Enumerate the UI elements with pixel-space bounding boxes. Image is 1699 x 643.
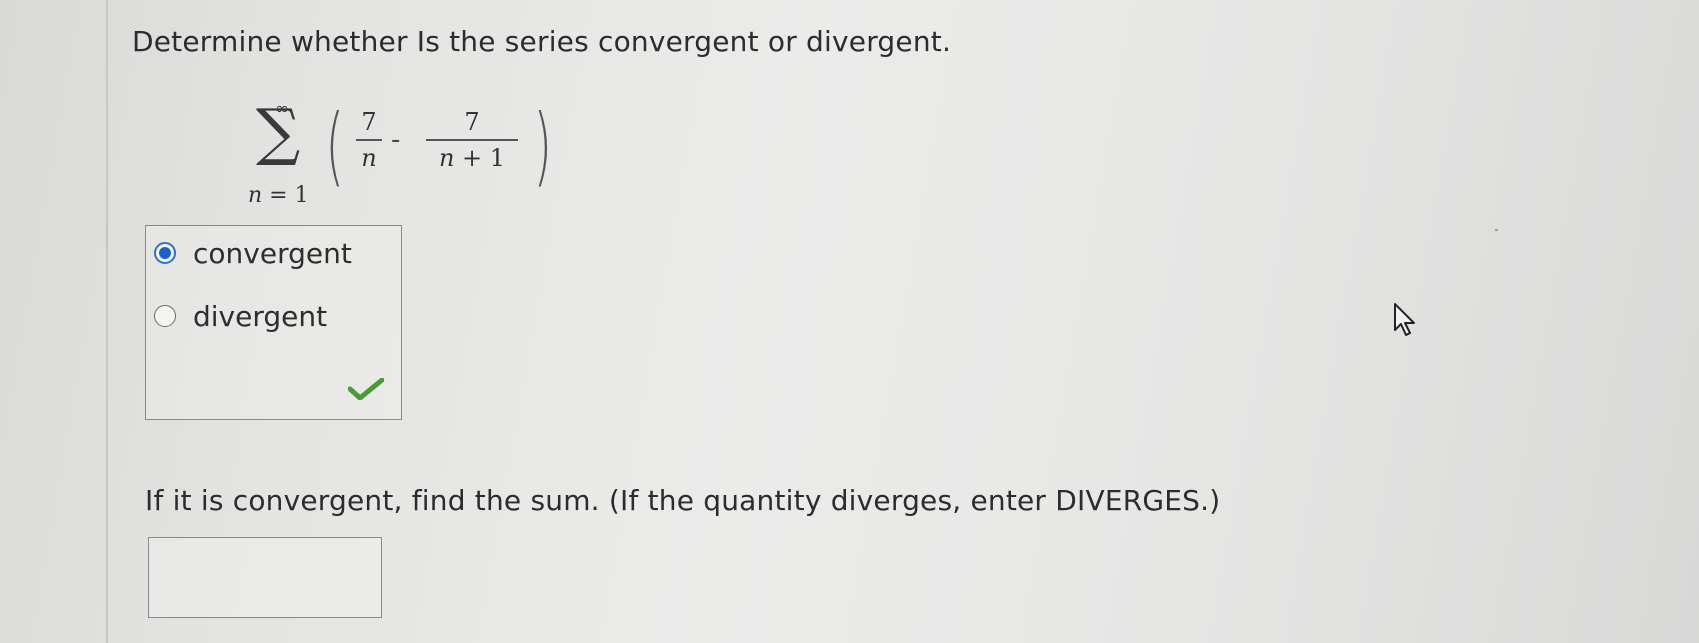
option-divergent-label: divergent	[193, 299, 328, 333]
question-text: Determine whether Is the series converge…	[132, 25, 952, 58]
fraction-2-denominator-var: n	[438, 143, 455, 172]
sum-answer-input[interactable]	[148, 537, 382, 618]
check-icon	[348, 378, 384, 400]
option-divergent[interactable]: divergent	[154, 299, 327, 333]
radio-convergent[interactable]	[154, 242, 176, 264]
sum-prompt: If it is convergent, find the sum. (If t…	[145, 484, 1221, 517]
fraction-2-numerator: 7	[464, 108, 480, 136]
fraction-2-bar	[426, 139, 518, 141]
answer-choices: convergent divergent	[145, 225, 402, 420]
option-convergent[interactable]: convergent	[154, 236, 352, 270]
left-border	[106, 0, 108, 643]
index-start: = 1	[262, 183, 309, 208]
fraction-term-2: 7 n + 1	[426, 107, 518, 173]
mouse-pointer-icon	[1394, 303, 1415, 336]
fraction-1-bar	[356, 139, 382, 141]
radio-divergent[interactable]	[154, 305, 176, 327]
sigma-symbol: ∑	[256, 95, 301, 168]
left-parenthesis: (	[325, 96, 345, 196]
sum-lower-limit: n = 1	[248, 183, 309, 208]
series-expression: ∞ ∑ n = 1 ( 7 n - 7 n + 1 )	[248, 95, 568, 215]
index-variable: n	[248, 183, 263, 208]
fraction-term-1: 7 n	[356, 107, 382, 173]
fraction-1-numerator: 7	[361, 108, 377, 136]
screen-speck	[1495, 229, 1498, 231]
fraction-2-denominator-rest: + 1	[454, 143, 506, 172]
fraction-2-denominator: n + 1	[426, 143, 518, 173]
fraction-1-denominator: n	[361, 143, 377, 172]
minus-operator: -	[391, 125, 401, 155]
option-convergent-label: convergent	[193, 236, 352, 270]
right-parenthesis: )	[533, 96, 553, 196]
